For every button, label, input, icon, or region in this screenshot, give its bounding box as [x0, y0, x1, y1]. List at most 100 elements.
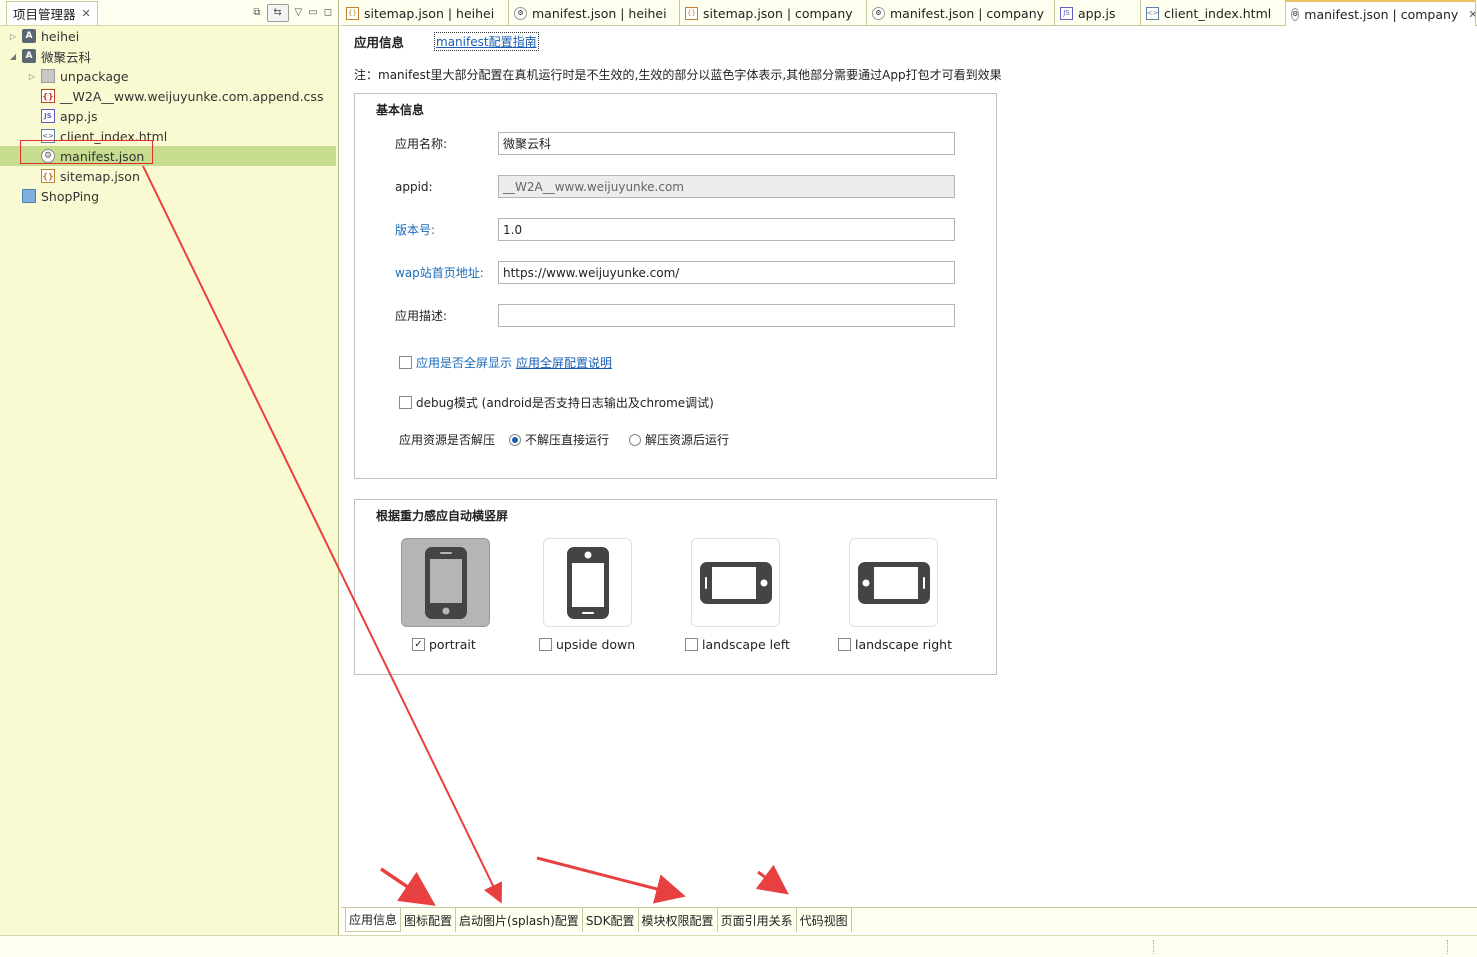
landscape-right-option[interactable]: [849, 538, 938, 627]
collapse-arrow-icon[interactable]: ◢: [8, 51, 18, 61]
view-menu-icon[interactable]: ▽: [295, 7, 303, 18]
version-field[interactable]: 1.0: [498, 218, 955, 241]
collapse-all-icon[interactable]: ⧉: [253, 7, 260, 18]
landscape-left-checkbox[interactable]: [685, 638, 698, 651]
json-file-icon: {}: [346, 6, 359, 20]
tree-item-sitemap-json[interactable]: {} sitemap.json: [0, 166, 336, 186]
js-file-icon: JS: [1060, 6, 1073, 20]
upside-down-option[interactable]: [543, 538, 632, 627]
tab-code-view[interactable]: 代码视图: [797, 908, 852, 932]
page-title: 应用信息: [354, 34, 405, 50]
editor-tab-manifest-company[interactable]: ⚙ manifest.json | company: [867, 0, 1055, 26]
project-panel-tab-label: 项目管理器: [13, 6, 76, 22]
landscape-right-label: landscape right: [855, 637, 953, 652]
fullscreen-help-link[interactable]: 应用全屏配置说明: [516, 354, 612, 371]
tree-item-label: __W2A__www.weijuyunke.com.append.css: [60, 88, 324, 104]
landscape-right-checkbox-row: landscape right: [838, 637, 952, 652]
version-row: 版本号: 1.0: [395, 218, 955, 241]
minimize-icon[interactable]: ▭: [308, 7, 317, 18]
tree-item-label: app.js: [60, 108, 98, 124]
status-divider: [1447, 940, 1448, 954]
package-icon: [41, 69, 55, 83]
fullscreen-row: 应用是否全屏显示 应用全屏配置说明: [399, 354, 612, 371]
appid-label: appid:: [395, 179, 433, 194]
portrait-checkbox[interactable]: ✓: [412, 638, 425, 651]
basic-info-title: 基本信息: [376, 103, 425, 117]
phone-upside-down-icon: [566, 546, 609, 619]
maximize-icon[interactable]: ◻: [324, 7, 332, 18]
upside-down-checkbox[interactable]: [539, 638, 552, 651]
project-icon: A: [22, 49, 36, 63]
description-label: 应用描述:: [395, 309, 448, 323]
expand-arrow-icon[interactable]: ▷: [27, 71, 37, 81]
phone-portrait-icon: [424, 546, 467, 619]
editor-tab-sitemap-company[interactable]: {} sitemap.json | company: [680, 0, 867, 26]
unzip-option-1-label: 不解压直接运行: [525, 433, 610, 447]
orientation-title: 根据重力感应自动横竖屏: [376, 509, 509, 523]
appid-row: appid: __W2A__www.weijuyunke.com: [395, 175, 955, 198]
gear-file-icon: ⚙: [514, 6, 527, 20]
unzip-label: 应用资源是否解压: [399, 433, 496, 447]
link-with-editor-icon[interactable]: ⇆: [266, 3, 289, 22]
tree-item-label: heihei: [41, 28, 80, 44]
basic-info-group: 基本信息 应用名称: 微聚云科 appid: __W2A__www.weijuy…: [354, 93, 997, 479]
project-icon: A: [22, 29, 36, 43]
project-panel-toolbar: ⧉ ⇆ ▽ ▭ ◻: [253, 3, 338, 22]
editor-tab-manifest-company-active[interactable]: ⚙ manifest.json | company ✕: [1286, 0, 1476, 26]
status-bar: [0, 935, 1477, 957]
manifest-guide-link[interactable]: manifest配置指南: [434, 31, 539, 51]
landscape-right-checkbox[interactable]: [838, 638, 851, 651]
editor-tab-label: app.js: [1078, 5, 1116, 21]
editor-tab-client-index[interactable]: <> client_index.html: [1141, 0, 1286, 26]
app-name-label: 应用名称:: [395, 137, 448, 151]
status-divider: [1153, 940, 1154, 954]
close-icon[interactable]: ✕: [1468, 8, 1475, 21]
landscape-left-option[interactable]: [691, 538, 780, 627]
description-field[interactable]: [498, 304, 955, 327]
debug-label: debug模式 (android是否支持日志输出及chrome调试): [416, 396, 714, 410]
upside-down-label: upside down: [556, 637, 636, 652]
unzip-option-2-label: 解压资源后运行: [645, 433, 730, 447]
landscape-left-checkbox-row: landscape left: [685, 637, 790, 652]
js-file-icon: JS: [41, 109, 55, 123]
version-label: 版本号:: [395, 223, 436, 237]
debug-row: debug模式 (android是否支持日志输出及chrome调试): [399, 394, 714, 411]
unzip-option-2-radio[interactable]: [629, 433, 642, 446]
appid-field: __W2A__www.weijuyunke.com: [498, 175, 955, 198]
expand-arrow-icon[interactable]: ▷: [8, 31, 18, 41]
project-panel-header: 项目管理器 ✕ ⧉ ⇆ ▽ ▭ ◻: [0, 0, 338, 26]
editor-tab-label: client_index.html: [1164, 5, 1272, 21]
app-name-field[interactable]: 微聚云科: [498, 132, 955, 155]
project-panel-tab[interactable]: 项目管理器 ✕: [6, 0, 98, 25]
close-icon[interactable]: ✕: [82, 7, 91, 20]
folder-icon: [22, 189, 36, 203]
tab-module-permissions[interactable]: 模块权限配置: [639, 908, 718, 932]
tree-item-unpackage[interactable]: ▷ unpackage: [0, 66, 336, 86]
project-panel: 项目管理器 ✕ ⧉ ⇆ ▽ ▭ ◻ ▷ A heihei ◢ A 微聚云科 ▷ …: [0, 0, 339, 935]
tree-item-heihei[interactable]: ▷ A heihei: [0, 26, 336, 46]
fullscreen-label: 应用是否全屏显示: [416, 356, 513, 370]
tab-sdk-config[interactable]: SDK配置: [583, 908, 639, 932]
manifest-section-tabs: 应用信息 图标配置 启动图片(splash)配置 SDK配置 模块权限配置 页面…: [341, 907, 1477, 933]
editor-tab-manifest-heihei[interactable]: ⚙ manifest.json | heihei: [509, 0, 680, 26]
highlight-box: [20, 140, 153, 164]
tab-app-info[interactable]: 应用信息: [345, 908, 402, 932]
tree-item-label: sitemap.json: [60, 168, 140, 184]
tab-splash-config[interactable]: 启动图片(splash)配置: [456, 908, 583, 932]
json-file-icon: {}: [41, 169, 55, 183]
orientation-group: 根据重力感应自动横竖屏 ✓ portrait upside down lands…: [354, 499, 997, 675]
editor-tab-app-js[interactable]: JS app.js: [1055, 0, 1141, 26]
tab-page-references[interactable]: 页面引用关系: [718, 908, 797, 932]
fullscreen-checkbox[interactable]: [399, 356, 412, 369]
tree-item-append-css[interactable]: {} __W2A__www.weijuyunke.com.append.css: [0, 86, 336, 106]
portrait-option[interactable]: [401, 538, 490, 627]
tree-item-app-js[interactable]: JS app.js: [0, 106, 336, 126]
tree-item-shopping[interactable]: ShopPing: [0, 186, 336, 206]
wap-url-field[interactable]: https://www.weijuyunke.com/: [498, 261, 955, 284]
tree-item-weijuyunke[interactable]: ◢ A 微聚云科: [0, 46, 336, 66]
unzip-option-1-radio[interactable]: [509, 433, 522, 446]
tab-icon-config[interactable]: 图标配置: [401, 908, 457, 932]
debug-checkbox[interactable]: [399, 396, 412, 409]
editor-tab-sitemap-heihei[interactable]: {} sitemap.json | heihei: [341, 0, 509, 26]
editor-tab-label: manifest.json | company: [890, 5, 1045, 21]
